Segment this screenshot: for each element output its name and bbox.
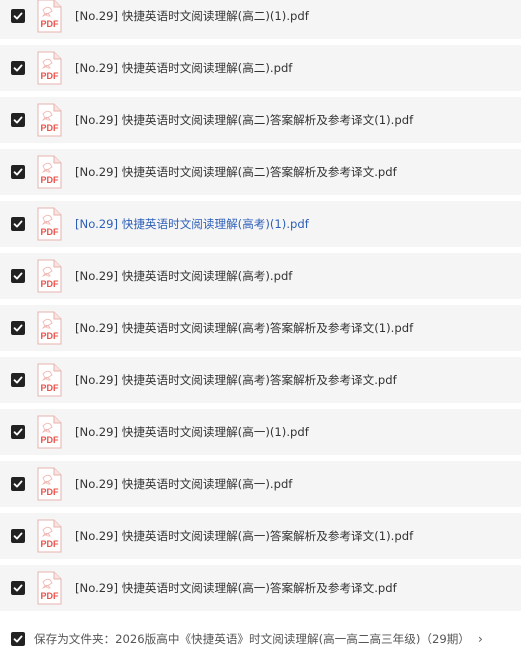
checkmark-icon (13, 324, 23, 332)
file-checkbox[interactable] (11, 269, 25, 283)
file-name[interactable]: [No.29] 快捷英语时文阅读理解(高考)答案解析及参考译文(1).pdf (75, 320, 413, 336)
file-row[interactable]: PDF [No.29] 快捷英语时文阅读理解(高二)(1).pdf (0, 0, 521, 39)
pdf-icon: PDF (37, 363, 62, 397)
file-name[interactable]: [No.29] 快捷英语时文阅读理解(高二)答案解析及参考译文(1).pdf (75, 112, 413, 128)
file-row[interactable]: PDF [No.29] 快捷英语时文阅读理解(高一)(1).pdf (0, 409, 521, 455)
file-row[interactable]: PDF [No.29] 快捷英语时文阅读理解(高考)(1).pdf (0, 201, 521, 247)
checkmark-icon (13, 272, 23, 280)
svg-text:PDF: PDF (41, 175, 60, 185)
file-row[interactable]: PDF [No.29] 快捷英语时文阅读理解(高二).pdf (0, 45, 521, 91)
file-checkbox[interactable] (11, 217, 25, 231)
checkmark-icon (13, 220, 23, 228)
checkmark-icon (13, 64, 23, 72)
pdf-icon: PDF (37, 51, 62, 85)
file-row[interactable]: PDF [No.29] 快捷英语时文阅读理解(高一)答案解析及参考译文(1).pd… (0, 513, 521, 559)
save-folder-checkbox[interactable] (11, 632, 25, 646)
checkmark-icon (13, 428, 23, 436)
pdf-icon: PDF (37, 415, 62, 449)
pdf-icon: PDF (37, 259, 62, 293)
file-name[interactable]: [No.29] 快捷英语时文阅读理解(高考)(1).pdf (75, 216, 309, 232)
pdf-icon: PDF (37, 519, 62, 553)
checkmark-icon (13, 635, 23, 643)
svg-text:PDF: PDF (41, 19, 60, 29)
file-name[interactable]: [No.29] 快捷英语时文阅读理解(高一)答案解析及参考译文(1).pdf (75, 528, 413, 544)
file-name[interactable]: [No.29] 快捷英语时文阅读理解(高一)(1).pdf (75, 424, 309, 440)
file-row[interactable]: PDF [No.29] 快捷英语时文阅读理解(高考)答案解析及参考译文.pdf (0, 357, 521, 403)
svg-text:PDF: PDF (41, 71, 60, 81)
svg-text:PDF: PDF (41, 539, 60, 549)
save-folder-row[interactable]: 保存为文件夹：2026版高中《快捷英语》时文阅读理解(高一高二高三年级)（29期… (0, 626, 521, 652)
svg-text:PDF: PDF (41, 591, 60, 601)
svg-text:PDF: PDF (41, 487, 60, 497)
checkmark-icon (13, 12, 23, 20)
svg-text:PDF: PDF (41, 383, 60, 393)
file-checkbox[interactable] (11, 165, 25, 179)
file-name[interactable]: [No.29] 快捷英语时文阅读理解(高二)(1).pdf (75, 8, 309, 24)
svg-text:PDF: PDF (41, 435, 60, 445)
file-checkbox[interactable] (11, 113, 25, 127)
file-checkbox[interactable] (11, 373, 25, 387)
file-checkbox[interactable] (11, 529, 25, 543)
file-checkbox[interactable] (11, 581, 25, 595)
file-row[interactable]: PDF [No.29] 快捷英语时文阅读理解(高考).pdf (0, 253, 521, 299)
file-name[interactable]: [No.29] 快捷英语时文阅读理解(高一).pdf (75, 476, 292, 492)
pdf-icon: PDF (37, 103, 62, 137)
svg-text:PDF: PDF (41, 279, 60, 289)
pdf-icon: PDF (37, 311, 62, 345)
file-checkbox[interactable] (11, 477, 25, 491)
pdf-icon: PDF (37, 571, 62, 605)
pdf-icon: PDF (37, 467, 62, 501)
checkmark-icon (13, 376, 23, 384)
svg-text:PDF: PDF (41, 331, 60, 341)
svg-text:PDF: PDF (41, 123, 60, 133)
file-checkbox[interactable] (11, 425, 25, 439)
file-row[interactable]: PDF [No.29] 快捷英语时文阅读理解(高一).pdf (0, 461, 521, 507)
checkmark-icon (13, 116, 23, 124)
file-name[interactable]: [No.29] 快捷英语时文阅读理解(高一)答案解析及参考译文.pdf (75, 580, 397, 596)
chevron-right-icon[interactable]: › (478, 632, 483, 646)
file-row[interactable]: PDF [No.29] 快捷英语时文阅读理解(高一)答案解析及参考译文.pdf (0, 565, 521, 611)
file-row[interactable]: PDF [No.29] 快捷英语时文阅读理解(高二)答案解析及参考译文(1).pd… (0, 97, 521, 143)
checkmark-icon (13, 532, 23, 540)
file-name[interactable]: [No.29] 快捷英语时文阅读理解(高二)答案解析及参考译文.pdf (75, 164, 397, 180)
pdf-icon: PDF (37, 155, 62, 189)
pdf-icon: PDF (37, 207, 62, 241)
file-list: PDF [No.29] 快捷英语时文阅读理解(高二)(1).pdf PDF [No.2… (0, 0, 521, 617)
checkmark-icon (13, 168, 23, 176)
file-checkbox[interactable] (11, 61, 25, 75)
pdf-icon: PDF (37, 0, 62, 33)
checkmark-icon (13, 584, 23, 592)
file-row[interactable]: PDF [No.29] 快捷英语时文阅读理解(高二)答案解析及参考译文.pdf (0, 149, 521, 195)
svg-text:PDF: PDF (41, 227, 60, 237)
save-folder-label[interactable]: 保存为文件夹：2026版高中《快捷英语》时文阅读理解(高一高二高三年级)（29期… (34, 631, 470, 647)
checkmark-icon (13, 480, 23, 488)
file-checkbox[interactable] (11, 321, 25, 335)
file-name[interactable]: [No.29] 快捷英语时文阅读理解(高二).pdf (75, 60, 292, 76)
file-name[interactable]: [No.29] 快捷英语时文阅读理解(高考)答案解析及参考译文.pdf (75, 372, 397, 388)
file-name[interactable]: [No.29] 快捷英语时文阅读理解(高考).pdf (75, 268, 292, 284)
file-row[interactable]: PDF [No.29] 快捷英语时文阅读理解(高考)答案解析及参考译文(1).pd… (0, 305, 521, 351)
file-checkbox[interactable] (11, 9, 25, 23)
